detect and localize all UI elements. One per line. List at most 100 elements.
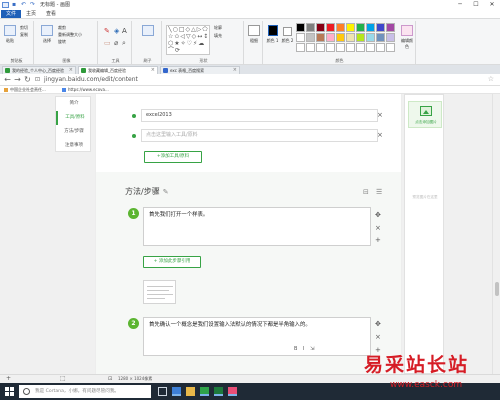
color-swatch[interactable] (386, 43, 395, 52)
shape-gallery[interactable]: ╲○□◇△▷⬠⬡ ☆✩◁▽◇↔↕⇨⇦ ⬡★✧♡⚡☁⌒⟳ (166, 25, 210, 55)
eraser-icon[interactable]: ▭ (104, 39, 111, 47)
paste-button[interactable]: 粘贴 (2, 25, 18, 44)
color-swatch[interactable] (316, 33, 325, 42)
edit-title-icon[interactable]: ✎ (163, 188, 169, 196)
add-tool-button[interactable]: +添加工具/原料 (144, 151, 202, 163)
side-menu-intro[interactable]: 简介 (56, 97, 92, 111)
color-swatch[interactable] (306, 23, 315, 32)
color-swatch[interactable] (326, 33, 335, 42)
side-menu-steps[interactable]: 方法/步骤 (56, 125, 92, 139)
color-swatch[interactable] (346, 33, 355, 42)
color-swatch[interactable] (376, 23, 385, 32)
color-swatch[interactable] (376, 33, 385, 42)
color-swatch[interactable] (306, 33, 315, 42)
bookmark-star-icon[interactable]: ☆ (488, 75, 494, 84)
add-step-reference-button[interactable]: + 添加此步骤引用 (143, 256, 201, 268)
bookmark-item[interactable]: https://www.ecova... (62, 86, 109, 94)
rotate-button[interactable]: 旋转 (58, 39, 66, 45)
color-swatch[interactable] (386, 23, 395, 32)
tab-close-icon[interactable]: × (69, 67, 73, 74)
browser-tab[interactable]: 我的经验_个人中心_百度经验 × (2, 66, 76, 74)
color-swatch[interactable] (296, 33, 305, 42)
scrollbar-thumb[interactable] (495, 282, 499, 296)
forward-icon[interactable]: → (13, 75, 22, 84)
url-field[interactable]: jingyan.baidu.com/edit/content (44, 75, 138, 84)
color-swatch[interactable] (356, 33, 365, 42)
color-swatch[interactable] (386, 33, 395, 42)
color-swatch[interactable] (316, 43, 325, 52)
fill-dropdown[interactable]: 填充 (214, 33, 222, 39)
grid-view-icon[interactable]: ⊟ (363, 188, 369, 196)
tool-input[interactable]: excel2013 (141, 109, 378, 122)
side-menu-notes[interactable]: 注意事项 (56, 139, 92, 153)
redo-icon[interactable]: ↷ (30, 1, 36, 8)
tab-view[interactable]: 查看 (41, 10, 61, 18)
tab-close-icon[interactable]: × (233, 67, 237, 74)
copy-button[interactable]: 复制 (20, 32, 28, 38)
undo-icon[interactable]: ↶ (21, 1, 27, 8)
step-text-box[interactable]: 首先确认一个概念是我们设置输入法默认的情况下都是半角输入的。 (143, 317, 371, 356)
tool-input-empty[interactable]: 点击这里输入工具/原料 (141, 129, 378, 142)
select-button[interactable]: 选择 (39, 25, 55, 44)
color-swatch[interactable] (356, 43, 365, 52)
crop-button[interactable]: 裁剪 (58, 25, 66, 31)
list-view-icon[interactable]: ☰ (376, 188, 382, 196)
magnifier-icon[interactable]: ⌕ (122, 39, 126, 48)
minimize-icon[interactable]: ─ (452, 0, 468, 9)
cut-button[interactable]: 剪切 (20, 25, 28, 31)
tab-close-icon[interactable]: × (151, 67, 155, 74)
color-swatch[interactable] (336, 43, 345, 52)
brush-button[interactable] (140, 25, 156, 38)
task-view-icon[interactable] (158, 387, 167, 396)
color1-button[interactable]: 颜色 1 (266, 25, 279, 44)
close-icon[interactable]: ✕ (484, 0, 500, 9)
color-swatch[interactable] (376, 43, 385, 52)
size-button[interactable]: 粗细 (246, 25, 262, 44)
text-icon[interactable]: A (122, 27, 127, 35)
step-text-box[interactable]: 首先我们打开一个样表。 (143, 207, 371, 246)
color-swatch[interactable] (346, 23, 355, 32)
color-swatch[interactable] (296, 23, 305, 32)
delete-tool-icon[interactable]: × (377, 112, 383, 119)
color-swatch[interactable] (326, 43, 335, 52)
paint-app-taskbar-icon[interactable] (228, 387, 237, 396)
color-swatch[interactable] (366, 43, 375, 52)
page-scrollbar[interactable] (492, 94, 500, 374)
color-swatch[interactable] (336, 23, 345, 32)
cortana-search-box[interactable]: 我是 Cortana，小娜。有问题尽管问我。 (19, 385, 151, 398)
color-swatch[interactable] (366, 33, 375, 42)
color-swatch[interactable] (336, 33, 345, 42)
delete-step-icon[interactable]: × (375, 334, 381, 341)
color-swatch[interactable] (346, 43, 355, 52)
file-explorer-icon[interactable] (186, 387, 195, 396)
refresh-icon[interactable]: ↻ (23, 75, 32, 84)
excel-icon[interactable] (214, 387, 223, 396)
color-swatch[interactable] (296, 43, 305, 52)
text-format-toolbar[interactable]: B I ⇲ (294, 346, 316, 352)
tab-file[interactable]: 文件 (1, 10, 22, 18)
bookmark-item[interactable]: 中国企业社会责任... (4, 86, 46, 94)
back-icon[interactable]: ← (3, 75, 12, 84)
resize-button[interactable]: 重新调整大小 (58, 32, 82, 38)
maximize-icon[interactable]: ☐ (468, 0, 484, 9)
browser-app-icon[interactable] (200, 387, 209, 396)
color-swatch[interactable] (356, 23, 365, 32)
upload-image-button[interactable]: 点击添加图片 (408, 101, 442, 128)
color-swatch[interactable] (366, 23, 375, 32)
color-swatch[interactable] (306, 43, 315, 52)
step-image-thumbnail[interactable] (143, 280, 176, 304)
edit-colors-button[interactable]: 编辑颜色 (400, 25, 414, 50)
tab-home[interactable]: 主页 (21, 10, 41, 18)
browser-tab[interactable]: exc 表格_百度搜索 × (160, 66, 240, 74)
browser-tab-active[interactable]: 我收藏编辑_百度经验 × (78, 66, 158, 74)
save-icon[interactable]: ▪ (12, 1, 18, 8)
color-swatch[interactable] (316, 23, 325, 32)
color-swatch[interactable] (326, 23, 335, 32)
windows-start-icon[interactable] (5, 387, 14, 396)
move-step-icon[interactable]: ✥ (375, 212, 381, 219)
fill-icon[interactable]: ◈ (114, 27, 119, 35)
delete-tool-icon[interactable]: × (377, 132, 383, 139)
pencil-icon[interactable]: ✎ (104, 27, 110, 35)
picker-icon[interactable]: ⌀ (114, 39, 118, 47)
outline-dropdown[interactable]: 轮廓 (214, 25, 222, 31)
